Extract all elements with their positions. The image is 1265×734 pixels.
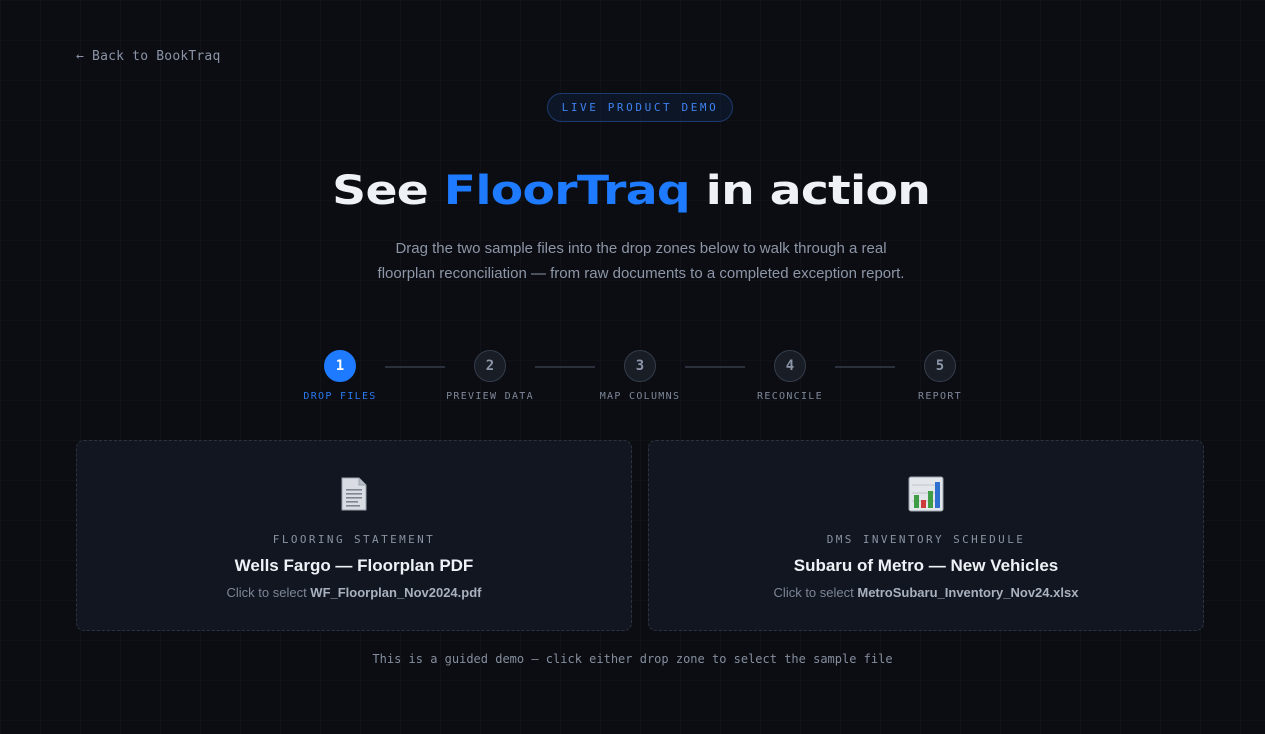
live-demo-badge: LIVE PRODUCT DEMO: [547, 93, 733, 122]
step-label: REPORT: [918, 391, 962, 402]
dropzone-kicker: DMS INVENTORY SCHEDULE: [826, 533, 1026, 546]
sample-filename: MetroSubaru_Inventory_Nov24.xlsx: [857, 585, 1079, 600]
sample-filename: WF_Floorplan_Nov2024.pdf: [310, 585, 482, 600]
title-prefix: See: [332, 168, 444, 214]
dropzone-kicker: FLOORING STATEMENT: [272, 533, 436, 546]
page-subtitle: Drag the two sample files into the drop …: [377, 240, 905, 282]
step-label: PREVIEW DATA: [446, 391, 534, 402]
dropzone-hint: Click to select WF_Floorplan_Nov2024.pdf: [226, 585, 481, 600]
dms-inventory-dropzone[interactable]: DMS INVENTORY SCHEDULE Subaru of Metro —…: [648, 440, 1204, 631]
flooring-statement-dropzone[interactable]: FLOORING STATEMENT Wells Fargo — Floorpl…: [76, 440, 632, 631]
dropzone-title: Wells Fargo — Floorplan PDF: [234, 556, 474, 575]
dropzone-hint: Click to select MetroSubaru_Inventory_No…: [774, 585, 1079, 600]
step-number: 5: [924, 350, 956, 382]
back-to-booktraq-link[interactable]: ← Back to BookTraq: [76, 49, 220, 64]
step-report[interactable]: 5 REPORT: [875, 350, 1005, 402]
step-preview-data[interactable]: 2 PREVIEW DATA: [425, 350, 555, 402]
progress-stepper: 1 DROP FILES 2 PREVIEW DATA 3 MAP COLUMN…: [0, 350, 1265, 410]
step-map-columns[interactable]: 3 MAP COLUMNS: [575, 350, 705, 402]
step-drop-files[interactable]: 1 DROP FILES: [275, 350, 405, 402]
document-icon: [341, 477, 367, 511]
guided-demo-note: This is a guided demo — click either dro…: [372, 652, 893, 666]
dropzone-title: Subaru of Metro — New Vehicles: [793, 556, 1059, 575]
step-number: 3: [624, 350, 656, 382]
title-suffix: in action: [689, 168, 931, 214]
hint-prefix: Click to select: [773, 585, 858, 600]
step-label: RECONCILE: [757, 391, 823, 402]
step-number: 4: [774, 350, 806, 382]
step-label: MAP COLUMNS: [599, 391, 681, 402]
page-title: See FloorTraq in action: [0, 168, 1265, 214]
title-accent: FloorTraq: [443, 168, 691, 214]
step-label: DROP FILES: [303, 391, 377, 402]
step-reconcile[interactable]: 4 RECONCILE: [725, 350, 855, 402]
bar-chart-icon: [908, 476, 944, 512]
step-number: 2: [474, 350, 506, 382]
step-number: 1: [324, 350, 356, 382]
hint-prefix: Click to select: [226, 585, 311, 600]
